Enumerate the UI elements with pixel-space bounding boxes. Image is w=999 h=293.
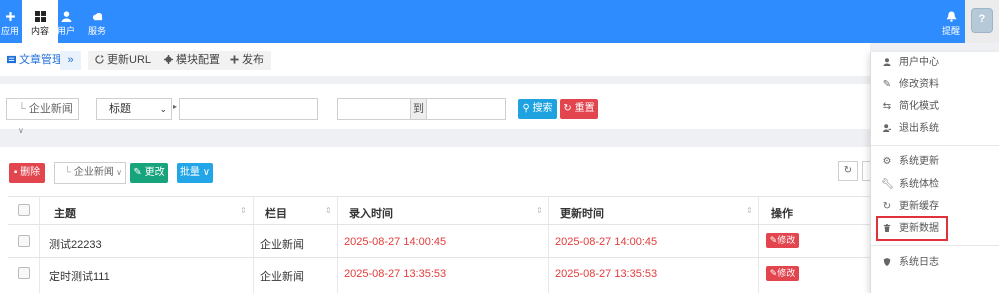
column-header-created[interactable]: 录入时间: [349, 205, 393, 221]
move-category-select[interactable]: └ 企业新闻 ∨: [54, 162, 126, 184]
cloud-icon: [79, 11, 115, 23]
menu-item-system-update[interactable]: ⚙ 系统更新: [871, 152, 999, 172]
sort-icon[interactable]: ⇕: [536, 206, 543, 215]
retweet-icon: ⇆: [882, 101, 892, 112]
table-panel: ▪ 删除 └ 企业新闻 ∨ ✎ 更改 批量 ∨ ↻ 主题 ⇕ 栏目 ⇕ 录入时间…: [0, 147, 872, 293]
refresh-icon: [95, 55, 104, 64]
column-divider: [337, 197, 338, 293]
gear-icon: [164, 55, 173, 64]
notification-bell[interactable]: 提醒: [937, 0, 965, 43]
select-all-checkbox[interactable]: [18, 204, 30, 216]
nav-item-services[interactable]: 服务: [79, 0, 115, 43]
menu-item-edit-profile[interactable]: ✎ 修改资料: [871, 75, 999, 95]
header-bottom-border: [8, 224, 870, 225]
refresh-icon: ↻: [843, 165, 853, 176]
gears-icon: ⚙: [882, 156, 892, 167]
top-navbar: 应用 内容 用户 服务 提醒 ?: [0, 0, 999, 43]
date-to-input[interactable]: [426, 98, 506, 120]
tab-module-config[interactable]: 模块配置: [157, 51, 227, 70]
edit-button[interactable]: ✎修改: [766, 233, 799, 248]
column-header-actions: 操作: [771, 208, 793, 220]
menu-item-update-cache[interactable]: ↻ 更新缓存: [871, 197, 999, 217]
search-icon: ⚲: [522, 103, 533, 114]
plus-icon: [230, 55, 239, 64]
user-avatar-button[interactable]: ?: [965, 0, 999, 43]
column-header-column[interactable]: 栏目: [265, 205, 287, 221]
delete-button[interactable]: ▪ 删除: [9, 163, 45, 183]
tab-update-url[interactable]: 更新URL: [88, 51, 159, 70]
refresh-icon: ↻: [563, 103, 575, 114]
menu-item-system-log[interactable]: 系统日志: [871, 253, 999, 273]
user-logout-icon: [881, 119, 893, 139]
reset-button[interactable]: ↻ 重置: [560, 99, 598, 119]
column-divider: [253, 197, 254, 293]
column-header-updated[interactable]: 更新时间: [560, 205, 604, 221]
wrench-icon: 🔧︎: [881, 179, 894, 190]
row-created: 2025-08-27 14:00:45: [344, 236, 447, 248]
menu-item-system-check[interactable]: 🔧︎ 系统体检: [871, 175, 999, 195]
row-updated: 2025-08-27 14:00:45: [555, 236, 658, 248]
row-title[interactable]: 测试22233: [49, 236, 102, 252]
sort-icon[interactable]: ⇕: [746, 206, 753, 215]
menu-item-user-center[interactable]: 用户中心: [871, 53, 999, 73]
row-title[interactable]: 定时测试111: [49, 268, 110, 284]
edit-icon: ✎: [133, 167, 145, 178]
chevron-down-icon: ∨: [199, 167, 211, 178]
menu-divider: [871, 245, 999, 246]
edit-icon: ✎: [882, 79, 892, 90]
batch-button[interactable]: 批量 ∨: [177, 163, 213, 183]
chevron-down-icon: ⌄: [159, 104, 167, 114]
caret-right-icon: ▸: [173, 102, 178, 111]
menu-divider: [871, 145, 999, 146]
row-checkbox[interactable]: [18, 267, 30, 279]
column-divider: [758, 197, 759, 293]
row-column: 企业新闻: [260, 271, 304, 283]
refresh-icon: ↻: [882, 201, 892, 212]
search-keyword-input[interactable]: [179, 98, 318, 120]
user-icon: [881, 53, 893, 73]
tab-expand[interactable]: »: [60, 51, 81, 70]
column-divider: [39, 197, 40, 293]
table-top-border: [8, 196, 870, 197]
menu-item-simple-mode[interactable]: ⇆ 简化模式: [871, 97, 999, 117]
avatar: ?: [971, 8, 993, 33]
column-divider: [548, 197, 549, 293]
row-column: 企业新闻: [260, 239, 304, 251]
date-from-input[interactable]: [337, 98, 411, 120]
bell-icon: [937, 11, 965, 23]
shield-icon: [881, 253, 893, 273]
refresh-table-button[interactable]: ↻: [838, 161, 858, 181]
search-category-select[interactable]: └ 企业新闻 ∨: [6, 98, 79, 135]
date-range-separator: 到: [410, 98, 427, 120]
highlight-box: [876, 216, 948, 241]
edit-button[interactable]: ✎修改: [766, 266, 799, 281]
row-checkbox[interactable]: [18, 235, 30, 247]
search-panel: └ 企业新闻 ∨ 标题 ⌄ ▸ 到 ⚲ 搜索 ↻ 重置: [0, 84, 870, 135]
change-button[interactable]: ✎ 更改: [130, 163, 168, 183]
sort-icon[interactable]: ⇕: [240, 206, 247, 215]
row-updated: 2025-08-27 13:35:53: [555, 268, 658, 280]
tab-bar: 文章管理 » 更新URL 模块配置 发布: [0, 43, 870, 76]
menu-item-logout[interactable]: 退出系统: [871, 119, 999, 139]
user-dropdown-menu: 用户中心 ✎ 修改资料 ⇆ 简化模式 退出系统 ⚙ 系统更新 🔧︎ 系统体检 ↻…: [870, 52, 999, 293]
row-divider: [8, 257, 870, 258]
search-field-select[interactable]: 标题 ⌄: [96, 98, 172, 120]
list-icon: [7, 55, 16, 64]
row-created: 2025-08-27 13:35:53: [344, 268, 447, 280]
search-button[interactable]: ⚲ 搜索: [518, 99, 557, 119]
tab-publish[interactable]: 发布: [223, 51, 271, 70]
column-header-title[interactable]: 主题: [54, 205, 76, 221]
sort-icon[interactable]: ⇕: [325, 206, 332, 215]
